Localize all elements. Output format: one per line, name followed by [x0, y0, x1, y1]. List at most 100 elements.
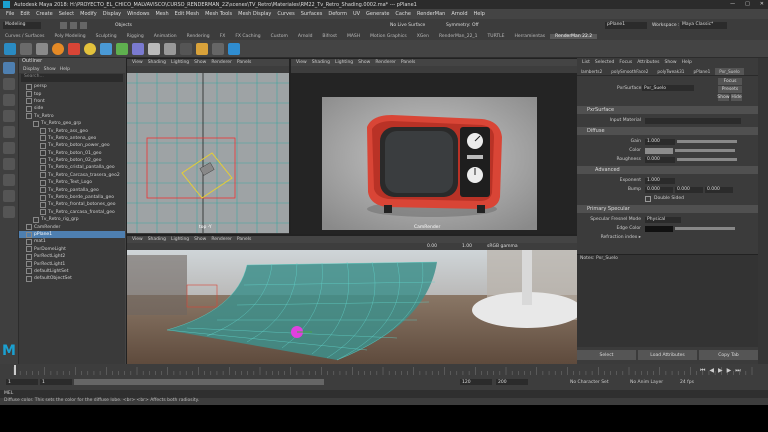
viewport-menu-item[interactable]: Panels	[401, 60, 415, 65]
anim-layer-dropdown[interactable]: No Anim Layer	[630, 380, 663, 385]
outliner-item[interactable]: mat1	[19, 238, 125, 245]
load-attributes-button[interactable]: Load Attributes	[638, 350, 697, 360]
shelf-tab[interactable]: Custom	[266, 34, 293, 39]
start-time-field[interactable]: 1	[6, 379, 38, 385]
light-icon[interactable]	[52, 42, 64, 55]
show-button[interactable]: Show	[717, 94, 730, 101]
symmetry-label[interactable]: Symmetry: Off	[446, 23, 479, 28]
ae-tab[interactable]: pPlane1	[689, 68, 715, 75]
go-start-icon[interactable]: ⏮	[700, 367, 705, 375]
outliner-item[interactable]: Tv_Retro_boton_power_geo	[19, 142, 125, 149]
outliner-item[interactable]: Tv_Retro_geo_grp	[19, 120, 125, 127]
outliner-item[interactable]: Tv_Retro_frontal_botones_geo	[19, 201, 125, 208]
viewport-menu-item[interactable]: Lighting	[171, 237, 189, 242]
ae-tab[interactable]: lamberts2	[577, 68, 607, 75]
workspace-dropdown[interactable]: Maya Classic*	[680, 22, 727, 29]
camera-icon[interactable]	[132, 42, 144, 55]
bump-y-field[interactable]: 0.000	[675, 186, 703, 193]
move-tool-icon[interactable]	[3, 110, 15, 122]
shelf-tab[interactable]: FX	[215, 34, 231, 39]
shelf-tab[interactable]: Bifrost	[317, 34, 342, 39]
single-layout-icon[interactable]	[3, 158, 15, 170]
shelf-tab[interactable]: Rigging	[122, 34, 149, 39]
shelf-tab[interactable]: Sculpting	[91, 34, 122, 39]
live-surface-label[interactable]: No Live Surface	[390, 23, 425, 28]
grid-icon[interactable]	[180, 42, 192, 55]
bump-x-field[interactable]: 0.000	[645, 186, 673, 193]
outliner-item[interactable]: defaultLightSet	[19, 268, 125, 275]
selection-field[interactable]: pPlane1	[605, 22, 647, 29]
menu-renderman[interactable]: RenderMan	[417, 11, 445, 17]
viewport-menu-item[interactable]: Shading	[312, 60, 330, 65]
viewport-menu-item[interactable]: Lighting	[335, 60, 353, 65]
color-swatch[interactable]	[645, 147, 673, 154]
menu-display[interactable]: Display	[103, 11, 121, 17]
command-line[interactable]: MEL	[0, 390, 768, 398]
menu-edit-mesh[interactable]: Edit Mesh	[175, 11, 199, 17]
viewport-top[interactable]: View Shading Lighting Show Renderer Panels to…	[126, 58, 290, 235]
outliner-menu-item[interactable]: Display	[23, 67, 40, 72]
mode-dropdown[interactable]: Modeling	[3, 22, 41, 29]
texture-icon[interactable]	[100, 42, 112, 55]
notes-area[interactable]: Notes: Pxr_Suelo	[577, 254, 758, 347]
roughness-field[interactable]: 0.000	[645, 156, 675, 163]
outliner-search[interactable]: Search...	[21, 74, 123, 82]
viewport-persp[interactable]: View Shading Lighting Show Renderer Panels 0.…	[126, 235, 578, 366]
viewport-menu-item[interactable]: Show	[358, 60, 370, 65]
shelf-tab[interactable]: RenderMan_22_1	[434, 34, 483, 39]
glass-sphere-icon[interactable]	[164, 42, 176, 55]
outliner-menu-item[interactable]: Show	[44, 67, 56, 72]
fresnel-mode-dropdown[interactable]: Physical	[645, 216, 681, 223]
menu-mesh-display[interactable]: Mesh Display	[238, 11, 271, 17]
menu-mesh[interactable]: Mesh	[155, 11, 168, 17]
outliner-item[interactable]: Tv_Retro	[19, 113, 125, 120]
edge-color-slider[interactable]	[675, 227, 735, 230]
outliner-item[interactable]: defaultObjectSet	[19, 275, 125, 282]
colorspace-dropdown[interactable]: sRGB gamma	[487, 244, 518, 249]
settings-icon[interactable]	[36, 42, 48, 55]
roughness-slider[interactable]	[677, 158, 737, 161]
ae-menu-item[interactable]: Attributes	[637, 60, 659, 65]
viewport-menu-item[interactable]: Renderer	[211, 237, 232, 242]
step-back-icon[interactable]: ◀	[709, 367, 714, 375]
menu-arnold[interactable]: Arnold	[451, 11, 467, 17]
menu-mesh-tools[interactable]: Mesh Tools	[205, 11, 232, 17]
outliner-item[interactable]: Tv_Retro_cristal_pantalla_geo	[19, 164, 125, 171]
material-icon[interactable]	[68, 42, 80, 55]
outliner-item[interactable]: PxrRectLight1	[19, 260, 125, 268]
shelf-tab[interactable]: Arnold	[293, 34, 318, 39]
menu-windows[interactable]: Windows	[127, 11, 149, 17]
viewport-menu-item[interactable]: Shading	[148, 237, 166, 242]
pattern-icon[interactable]	[196, 42, 208, 55]
shelf-tab[interactable]: MASH	[342, 34, 365, 39]
minimize-icon[interactable]: —	[730, 1, 735, 7]
viewport-menu-item[interactable]: Renderer	[375, 60, 396, 65]
outliner-item[interactable]: Tv_Retro_ass_geo	[19, 127, 125, 135]
menu-surfaces[interactable]: Surfaces	[301, 11, 323, 17]
go-end-icon[interactable]: ⏭	[735, 367, 740, 375]
diffuse-sphere-icon[interactable]	[148, 42, 160, 55]
range-bar[interactable]	[74, 379, 324, 385]
outliner-menu-item[interactable]: Help	[60, 67, 70, 72]
shelf-tab[interactable]: Herramientas	[510, 34, 551, 39]
range-start-field[interactable]: 1	[40, 379, 72, 385]
viewport-menu-item[interactable]: Show	[194, 60, 206, 65]
input-material-field[interactable]	[645, 117, 741, 124]
ae-tab[interactable]: polyTweak31	[653, 68, 689, 75]
menu-curves[interactable]: Curves	[277, 11, 294, 17]
ae-menu-item[interactable]: Focus	[619, 60, 632, 65]
ipr-icon[interactable]	[20, 42, 32, 55]
menu-deform[interactable]: Deform	[328, 11, 347, 17]
viewport-menu-item[interactable]: Shading	[148, 60, 166, 65]
outliner-item[interactable]: Tv_Retro_rig_grp	[19, 216, 125, 223]
shelf-tab[interactable]: Motion Graphics	[365, 34, 412, 39]
new-scene-icon[interactable]	[60, 22, 67, 29]
sun-icon[interactable]	[84, 42, 96, 55]
menu-generate[interactable]: Generate	[366, 11, 389, 17]
volume-icon[interactable]	[116, 42, 128, 55]
paint-select-icon[interactable]	[3, 94, 15, 106]
viewport-camera[interactable]: View Shading Lighting Show Renderer Panels Ca…	[290, 58, 578, 235]
double-sided-checkbox[interactable]	[645, 195, 651, 202]
fps-dropdown[interactable]: 24 fps	[680, 380, 694, 385]
open-scene-icon[interactable]	[70, 22, 77, 29]
